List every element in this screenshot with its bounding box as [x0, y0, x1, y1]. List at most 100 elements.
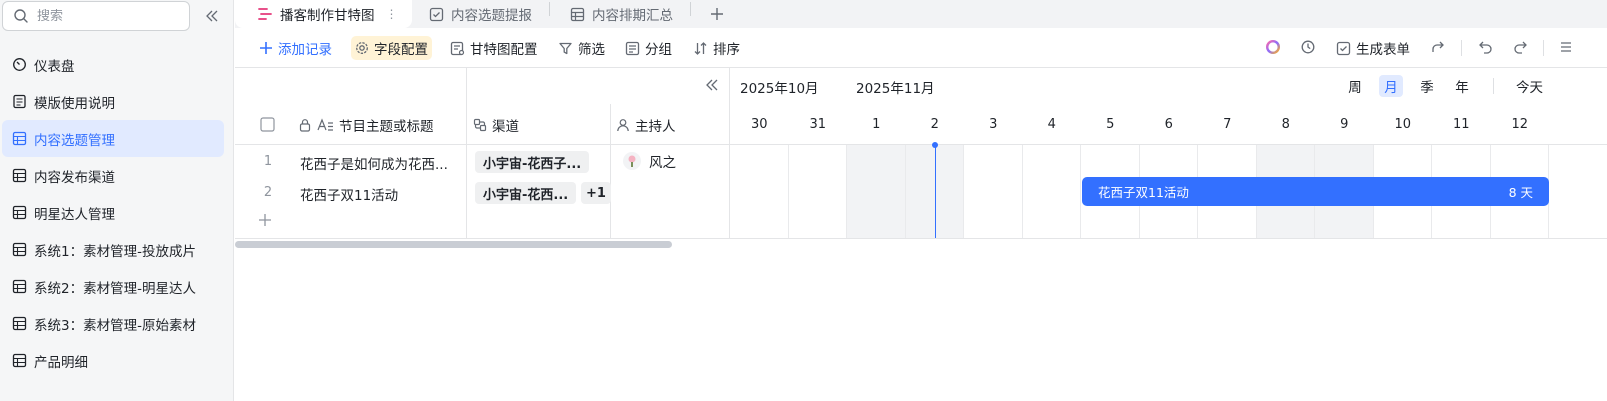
- form-icon: [429, 7, 444, 21]
- host-cell[interactable]: 风之: [623, 151, 676, 171]
- today-marker-line: [934, 145, 936, 238]
- sidebar-item-label: 内容选题管理: [34, 132, 115, 149]
- row-number: 1: [263, 154, 273, 169]
- undo-icon[interactable]: [1477, 38, 1495, 56]
- select-all-checkbox[interactable]: [260, 104, 275, 145]
- sidebar-item[interactable]: 内容选题管理: [2, 120, 224, 157]
- column-header-channel[interactable]: 渠道: [473, 104, 519, 145]
- day-label: 5: [1106, 117, 1115, 132]
- share-icon[interactable]: [1429, 38, 1447, 56]
- gantt-body: 花西子双11活动 8 天: [730, 142, 1607, 238]
- tab-divider: [690, 2, 691, 16]
- sidebar-item[interactable]: 模版使用说明: [2, 83, 224, 120]
- add-record-button[interactable]: 添加记录: [255, 36, 336, 60]
- day-label: 8: [1281, 117, 1290, 132]
- sort-button[interactable]: 排序: [689, 36, 744, 60]
- group-button[interactable]: 分组: [621, 36, 676, 60]
- sidebar-item-label: 明星达人管理: [34, 206, 115, 223]
- gear-icon: [356, 42, 368, 54]
- history-icon[interactable]: [1299, 38, 1317, 56]
- day-header: 30 31 1 2 3 4 5 6 7 8 9 10 11 12: [730, 104, 1607, 145]
- sidebar-item[interactable]: 内容发布渠道: [2, 157, 224, 194]
- collapse-sidebar-icon[interactable]: [202, 6, 222, 26]
- person-icon: [617, 118, 629, 131]
- more-channels-badge[interactable]: +1: [581, 182, 611, 204]
- link-field-icon: [473, 118, 487, 131]
- gantt-bottom-border: [730, 238, 1607, 239]
- day-label: 12: [1511, 117, 1529, 132]
- day-label: 1: [872, 117, 881, 132]
- search-input[interactable]: [37, 8, 177, 24]
- channel-tag[interactable]: 小宇宙-花西...: [475, 182, 577, 204]
- table-row[interactable]: 2 花西子双11活动 小宇宙-花西... +1: [235, 177, 729, 208]
- filter-button[interactable]: 筛选: [554, 36, 609, 60]
- scale-quarter[interactable]: 季: [1415, 75, 1439, 97]
- ai-assistant-icon[interactable]: [1264, 38, 1282, 56]
- sidebar-item[interactable]: 系统2：素材管理-明星达人: [2, 268, 224, 305]
- month-label: 2025年10月: [740, 81, 819, 97]
- view-tabs: 播客制作甘特图 ⋮ 内容选题提报 内容排期汇总: [235, 0, 1607, 28]
- sidebar-item[interactable]: 明星达人管理: [2, 194, 224, 231]
- table-icon: [12, 168, 28, 184]
- table-icon: [12, 279, 28, 295]
- group-label: 分组: [645, 42, 672, 58]
- form-icon: [1336, 41, 1351, 55]
- tab-gantt[interactable]: 播客制作甘特图 ⋮: [235, 0, 412, 28]
- day-column: [1023, 145, 1081, 238]
- scale-divider: [1493, 78, 1494, 94]
- table-header: 节目主题或标题 渠道 主持人: [235, 104, 729, 145]
- day-label: 4: [1047, 117, 1056, 132]
- gantt-config-button[interactable]: 甘特图配置: [446, 36, 542, 60]
- channel-tag[interactable]: 小宇宙-花西子...: [475, 151, 590, 173]
- row-number: 2: [263, 185, 273, 200]
- column-header-host[interactable]: 主持人: [616, 104, 676, 145]
- row-title[interactable]: 花西子是如何成为花西...: [300, 153, 448, 173]
- add-record-label: 添加记录: [278, 42, 332, 58]
- gantt-bar[interactable]: 花西子双11活动 8 天: [1082, 177, 1549, 206]
- more-icon[interactable]: ⋮: [386, 7, 398, 21]
- sidebar-item-label: 系统3：素材管理-原始素材: [34, 317, 196, 334]
- sort-label: 排序: [713, 42, 740, 58]
- day-label: 30: [750, 117, 768, 132]
- collapse-table-icon[interactable]: [703, 76, 721, 94]
- sidebar-item[interactable]: 产品明细: [2, 342, 224, 379]
- day-column: [789, 145, 847, 238]
- search-box[interactable]: [2, 1, 190, 31]
- today-button[interactable]: 今天: [1516, 75, 1543, 97]
- gantt-bar-duration: 8 天: [1508, 185, 1533, 200]
- table-icon: [12, 353, 28, 369]
- scale-month[interactable]: 月: [1379, 75, 1403, 97]
- sidebar-item[interactable]: 系统1：素材管理-投放成片: [2, 231, 224, 268]
- sidebar-item[interactable]: 系统3：素材管理-原始素材: [2, 305, 224, 342]
- doc-icon: [12, 94, 28, 110]
- month-label: 2025年11月: [856, 81, 935, 97]
- day-label: 9: [1340, 117, 1349, 132]
- table-row[interactable]: 1 花西子是如何成为花西... 小宇宙-花西子... 风之: [235, 146, 729, 177]
- column-header-title[interactable]: 节目主题或标题: [298, 104, 434, 145]
- horizontal-scrollbar[interactable]: [235, 241, 672, 248]
- grid-icon: [570, 7, 585, 21]
- generate-form-button[interactable]: 生成表单: [1332, 36, 1414, 60]
- day-label: 6: [1164, 117, 1173, 132]
- sidebar-item[interactable]: 仪表盘: [2, 46, 224, 83]
- add-row-button[interactable]: [257, 212, 275, 230]
- tab-topic-form[interactable]: 内容选题提报: [429, 0, 532, 28]
- tab-schedule[interactable]: 内容排期汇总: [570, 0, 673, 28]
- add-view-button[interactable]: [709, 0, 725, 28]
- scale-year[interactable]: 年: [1450, 75, 1474, 97]
- table-icon: [12, 205, 28, 221]
- scale-week[interactable]: 周: [1343, 75, 1367, 97]
- day-label: 3: [989, 117, 998, 132]
- day-column: [847, 145, 906, 238]
- app-window: 仪表盘模版使用说明内容选题管理内容发布渠道明星达人管理系统1：素材管理-投放成片…: [0, 0, 1607, 401]
- sidebar-item-label: 产品明细: [34, 354, 88, 371]
- sidebar-item-label: 内容发布渠道: [34, 169, 115, 186]
- table-icon: [12, 316, 28, 332]
- row-title[interactable]: 花西子双11活动: [300, 184, 398, 204]
- column-title-label: 节目主题或标题: [339, 118, 434, 135]
- filter-label: 筛选: [578, 42, 605, 58]
- plus-icon: [260, 42, 272, 54]
- field-config-button[interactable]: 字段配置: [351, 36, 432, 60]
- more-tools-icon[interactable]: [1557, 38, 1575, 56]
- redo-icon[interactable]: [1511, 38, 1529, 56]
